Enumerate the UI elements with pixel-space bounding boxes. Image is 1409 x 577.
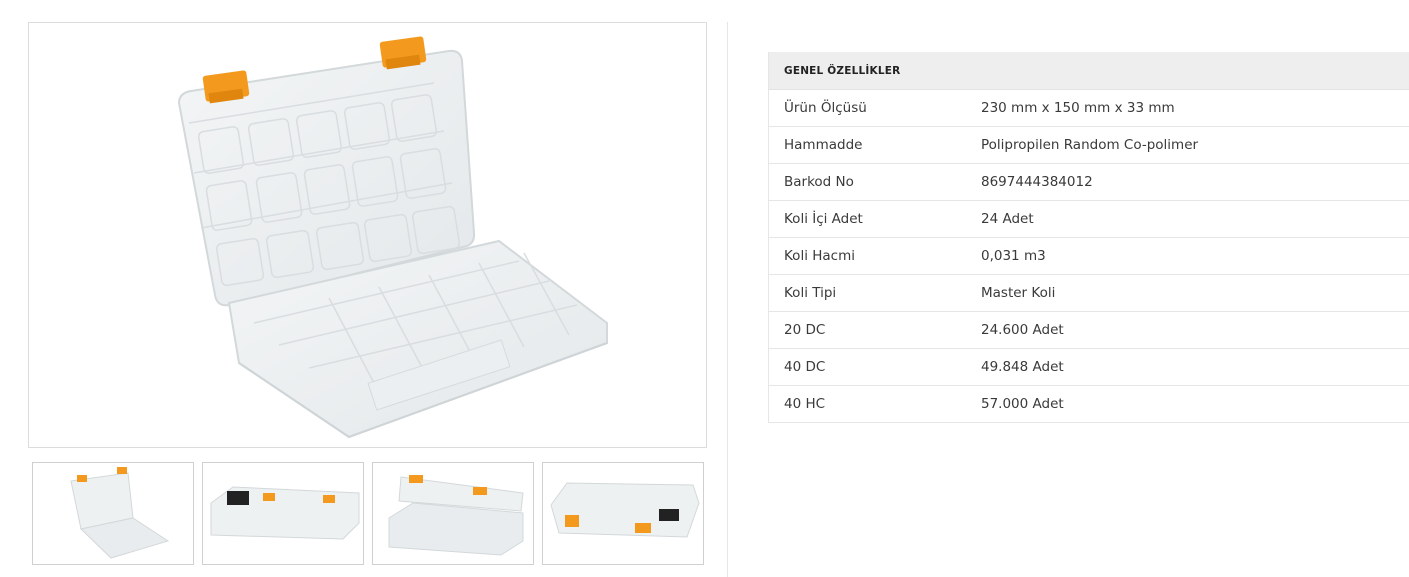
spec-row: Koli Hacmi 0,031 m3 bbox=[769, 238, 1409, 275]
spec-row: Koli İçi Adet 24 Adet bbox=[769, 201, 1409, 238]
product-gallery bbox=[28, 22, 707, 448]
spec-key: 40 DC bbox=[784, 359, 826, 375]
main-product-image[interactable] bbox=[28, 22, 707, 448]
spec-value: 57.000 Adet bbox=[981, 396, 1064, 412]
spec-key: Koli Hacmi bbox=[784, 248, 855, 264]
thumbnail-open-front[interactable] bbox=[32, 462, 194, 565]
spec-row: Barkod No 8697444384012 bbox=[769, 164, 1409, 201]
orange-clip-left bbox=[202, 70, 250, 104]
spec-table: GENEL ÖZELLİKLER Ürün Ölçüsü 230 mm x 15… bbox=[768, 52, 1409, 423]
thumbnail-open-angle[interactable] bbox=[372, 462, 534, 565]
spec-value: 49.848 Adet bbox=[981, 359, 1064, 375]
spec-row: Ürün Ölçüsü 230 mm x 150 mm x 33 mm bbox=[769, 90, 1409, 127]
spec-key: Koli İçi Adet bbox=[784, 211, 863, 227]
thumbnail-closed-top[interactable] bbox=[202, 462, 364, 565]
spec-value: 0,031 m3 bbox=[981, 248, 1046, 264]
organizer-box-illustration bbox=[177, 36, 608, 439]
spec-value: 230 mm x 150 mm x 33 mm bbox=[981, 100, 1175, 116]
column-divider bbox=[727, 22, 728, 577]
spec-key: Koli Tipi bbox=[784, 285, 837, 301]
spec-row: 40 HC 57.000 Adet bbox=[769, 386, 1409, 423]
spec-row: Koli Tipi Master Koli bbox=[769, 275, 1409, 312]
spec-value: Polipropilen Random Co-polimer bbox=[981, 137, 1199, 153]
spec-key: 40 HC bbox=[784, 396, 826, 412]
orange-clip-right bbox=[379, 36, 427, 70]
spec-key: Hammadde bbox=[784, 137, 863, 153]
spec-value: Master Koli bbox=[981, 285, 1056, 301]
spec-value: 24 Adet bbox=[981, 211, 1034, 227]
spec-table-header: GENEL ÖZELLİKLER bbox=[769, 52, 1409, 90]
thumbnail-closed-side[interactable] bbox=[542, 462, 704, 565]
spec-key: Ürün Ölçüsü bbox=[784, 100, 867, 116]
spec-key: 20 DC bbox=[784, 322, 826, 338]
spec-row: 20 DC 24.600 Adet bbox=[769, 312, 1409, 349]
spec-row: 40 DC 49.848 Adet bbox=[769, 349, 1409, 386]
spec-value: 24.600 Adet bbox=[981, 322, 1064, 338]
spec-key: Barkod No bbox=[784, 174, 854, 190]
spec-row: Hammadde Polipropilen Random Co-polimer bbox=[769, 127, 1409, 164]
spec-value: 8697444384012 bbox=[981, 174, 1093, 190]
